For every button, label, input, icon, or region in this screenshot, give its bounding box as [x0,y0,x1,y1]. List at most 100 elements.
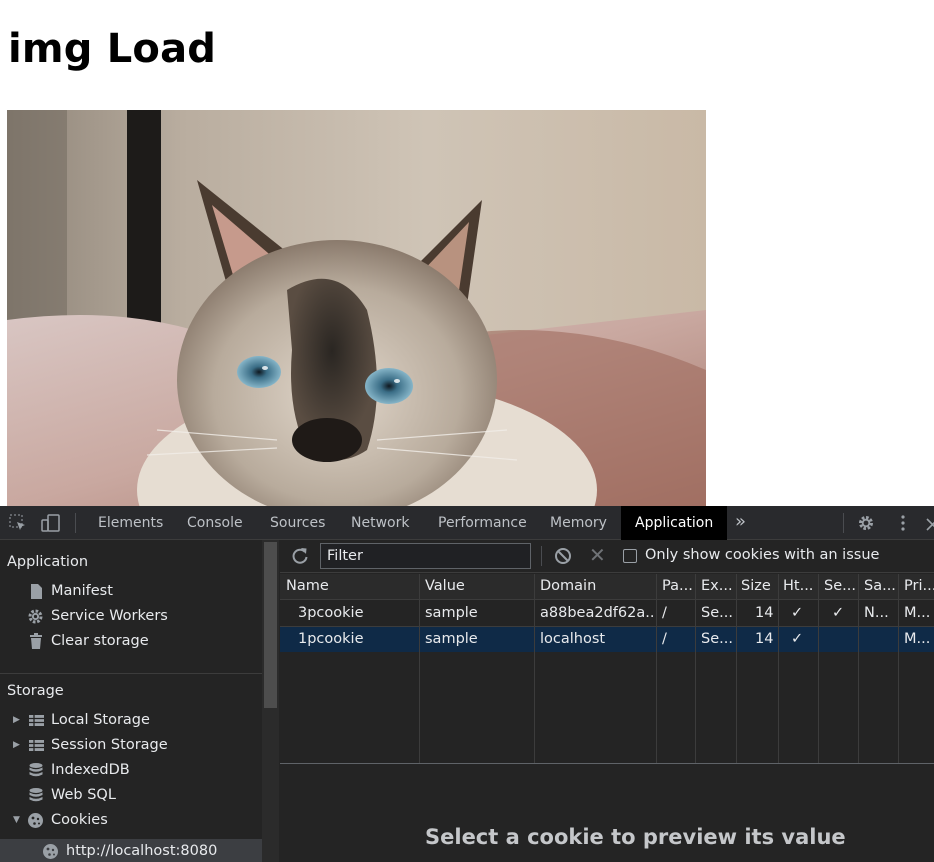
tab-sources[interactable]: Sources [270,506,325,540]
cookie-preview-pane: Select a cookie to preview its value [280,765,934,862]
database-icon [28,762,44,779]
sidebar-item-label: Session Storage [51,737,168,753]
sidebar-item-indexeddb[interactable]: IndexedDB [0,758,262,783]
sidebar-item-label: Service Workers [51,608,168,624]
grid-icon [28,737,44,754]
cookies-panel: ✕ Only show cookies with an issue Name V… [280,540,934,862]
cookie-domain: localhost [540,631,606,647]
toolbar-separator [75,513,76,533]
sidebar-item-manifest[interactable]: Manifest [0,579,262,604]
cookie-name: 1pcookie [298,631,364,647]
application-sidebar: Application Manifest Service Workers Cle… [0,540,279,862]
clear-all-cookies-icon[interactable] [554,547,572,565]
inspect-element-icon[interactable] [9,514,27,532]
delete-selected-icon[interactable]: ✕ [589,543,606,567]
tab-elements[interactable]: Elements [98,506,163,540]
cookie-httponly: ✓ [791,631,804,647]
column-header-secure[interactable]: Se... [824,574,858,599]
page-heading: img Load [8,26,217,72]
cookie-path: / [662,605,667,621]
sidebar-item-cookies[interactable]: ▼ Cookies [0,808,262,833]
cat-image [7,110,706,506]
column-divider[interactable] [534,574,535,763]
devtools-toolbar: Elements Console Sources Network Perform… [0,506,934,540]
expand-arrow-icon[interactable]: ▶ [13,708,20,733]
cookie-expires: Se... [701,631,733,647]
devtools-panel: Elements Console Sources Network Perform… [0,506,934,862]
column-header-domain[interactable]: Domain [540,574,655,599]
cookies-filter-bar: ✕ Only show cookies with an issue [280,540,934,573]
sidebar-item-web-sql[interactable]: Web SQL [0,783,262,808]
column-header-expires[interactable]: Ex... [701,574,735,599]
column-divider[interactable] [695,574,696,763]
column-header-priority[interactable]: Pri... [904,574,934,599]
close-devtools-icon[interactable] [924,514,934,532]
cookie-icon [42,843,58,860]
more-tabs-icon[interactable]: » [735,506,746,540]
sidebar-item-clear-storage[interactable]: Clear storage [0,629,262,654]
column-header-samesite[interactable]: Sa... [864,574,898,599]
cookie-secure [832,627,852,652]
tab-memory[interactable]: Memory [550,506,607,540]
cookie-name: 3pcookie [298,605,364,621]
sidebar-scrollbar-thumb[interactable] [264,542,277,708]
refresh-icon[interactable] [290,546,310,566]
collapse-arrow-icon[interactable]: ▼ [13,808,20,833]
sidebar-item-label: http://localhost:8080 [66,843,218,859]
cookie-row-1pcookie[interactable]: 1pcookie sample localhost / Se... 14 ✓ M… [280,627,934,652]
column-divider[interactable] [778,574,779,763]
sidebar-item-session-storage[interactable]: ▶ Session Storage [0,733,262,758]
column-divider[interactable] [898,574,899,763]
cookie-secure: ✓ [832,605,845,621]
sidebar-item-label: IndexedDB [51,762,130,778]
column-divider[interactable] [818,574,819,763]
cookie-httponly: ✓ [791,605,804,621]
sidebar-item-label: Manifest [51,583,113,599]
cookie-priority: M... [904,605,931,621]
cookie-path: / [662,631,667,647]
sidebar-item-label: Web SQL [51,787,116,803]
tab-performance[interactable]: Performance [438,506,527,540]
column-divider[interactable] [858,574,859,763]
cookie-size: 14 [755,605,774,621]
toolbar-separator [541,546,542,566]
database-icon [28,787,44,804]
column-header-size[interactable]: Size [741,574,777,599]
tab-application[interactable]: Application [621,506,728,540]
expand-arrow-icon[interactable]: ▶ [13,733,20,758]
issue-filter-checkbox[interactable] [623,549,637,563]
more-options-icon[interactable] [894,514,912,532]
column-header-value[interactable]: Value [425,574,535,599]
cookie-filter-input[interactable] [320,543,531,569]
column-header-path[interactable]: Pa... [662,574,696,599]
gear-icon [27,608,43,625]
device-toggle-icon[interactable] [41,514,60,532]
toolbar-separator [843,513,844,533]
section-title-application: Application [7,554,89,570]
file-icon [28,583,44,600]
sidebar-item-label: Local Storage [51,712,150,728]
sidebar-item-localhost-cookies[interactable]: http://localhost:8080 [0,839,262,862]
sidebar-item-service-workers[interactable]: Service Workers [0,604,262,629]
sidebar-item-label: Cookies [51,812,108,828]
column-divider[interactable] [656,574,657,763]
column-divider[interactable] [419,574,420,763]
cookie-icon [27,812,43,829]
cookie-size: 14 [755,631,774,647]
column-divider[interactable] [736,574,737,763]
tab-console[interactable]: Console [187,506,243,540]
settings-gear-icon[interactable] [857,514,875,532]
column-header-name[interactable]: Name [286,574,416,599]
sidebar-item-local-storage[interactable]: ▶ Local Storage [0,708,262,733]
sidebar-item-label: Clear storage [51,633,149,649]
cookie-domain: a88bea2df62a.... [540,605,655,621]
cookies-table-header: Name Value Domain Pa... Ex... Size Ht...… [280,574,934,600]
cookie-expires: Se... [701,605,733,621]
cookie-value: sample [425,631,478,647]
cookie-row-3pcookie[interactable]: 3pcookie sample a88bea2df62a.... / Se...… [280,601,934,626]
tab-network[interactable]: Network [351,506,409,540]
cookie-priority: M... [904,631,931,647]
trash-icon [28,633,44,650]
cookie-samesite [864,627,898,652]
column-header-httponly[interactable]: Ht... [783,574,817,599]
